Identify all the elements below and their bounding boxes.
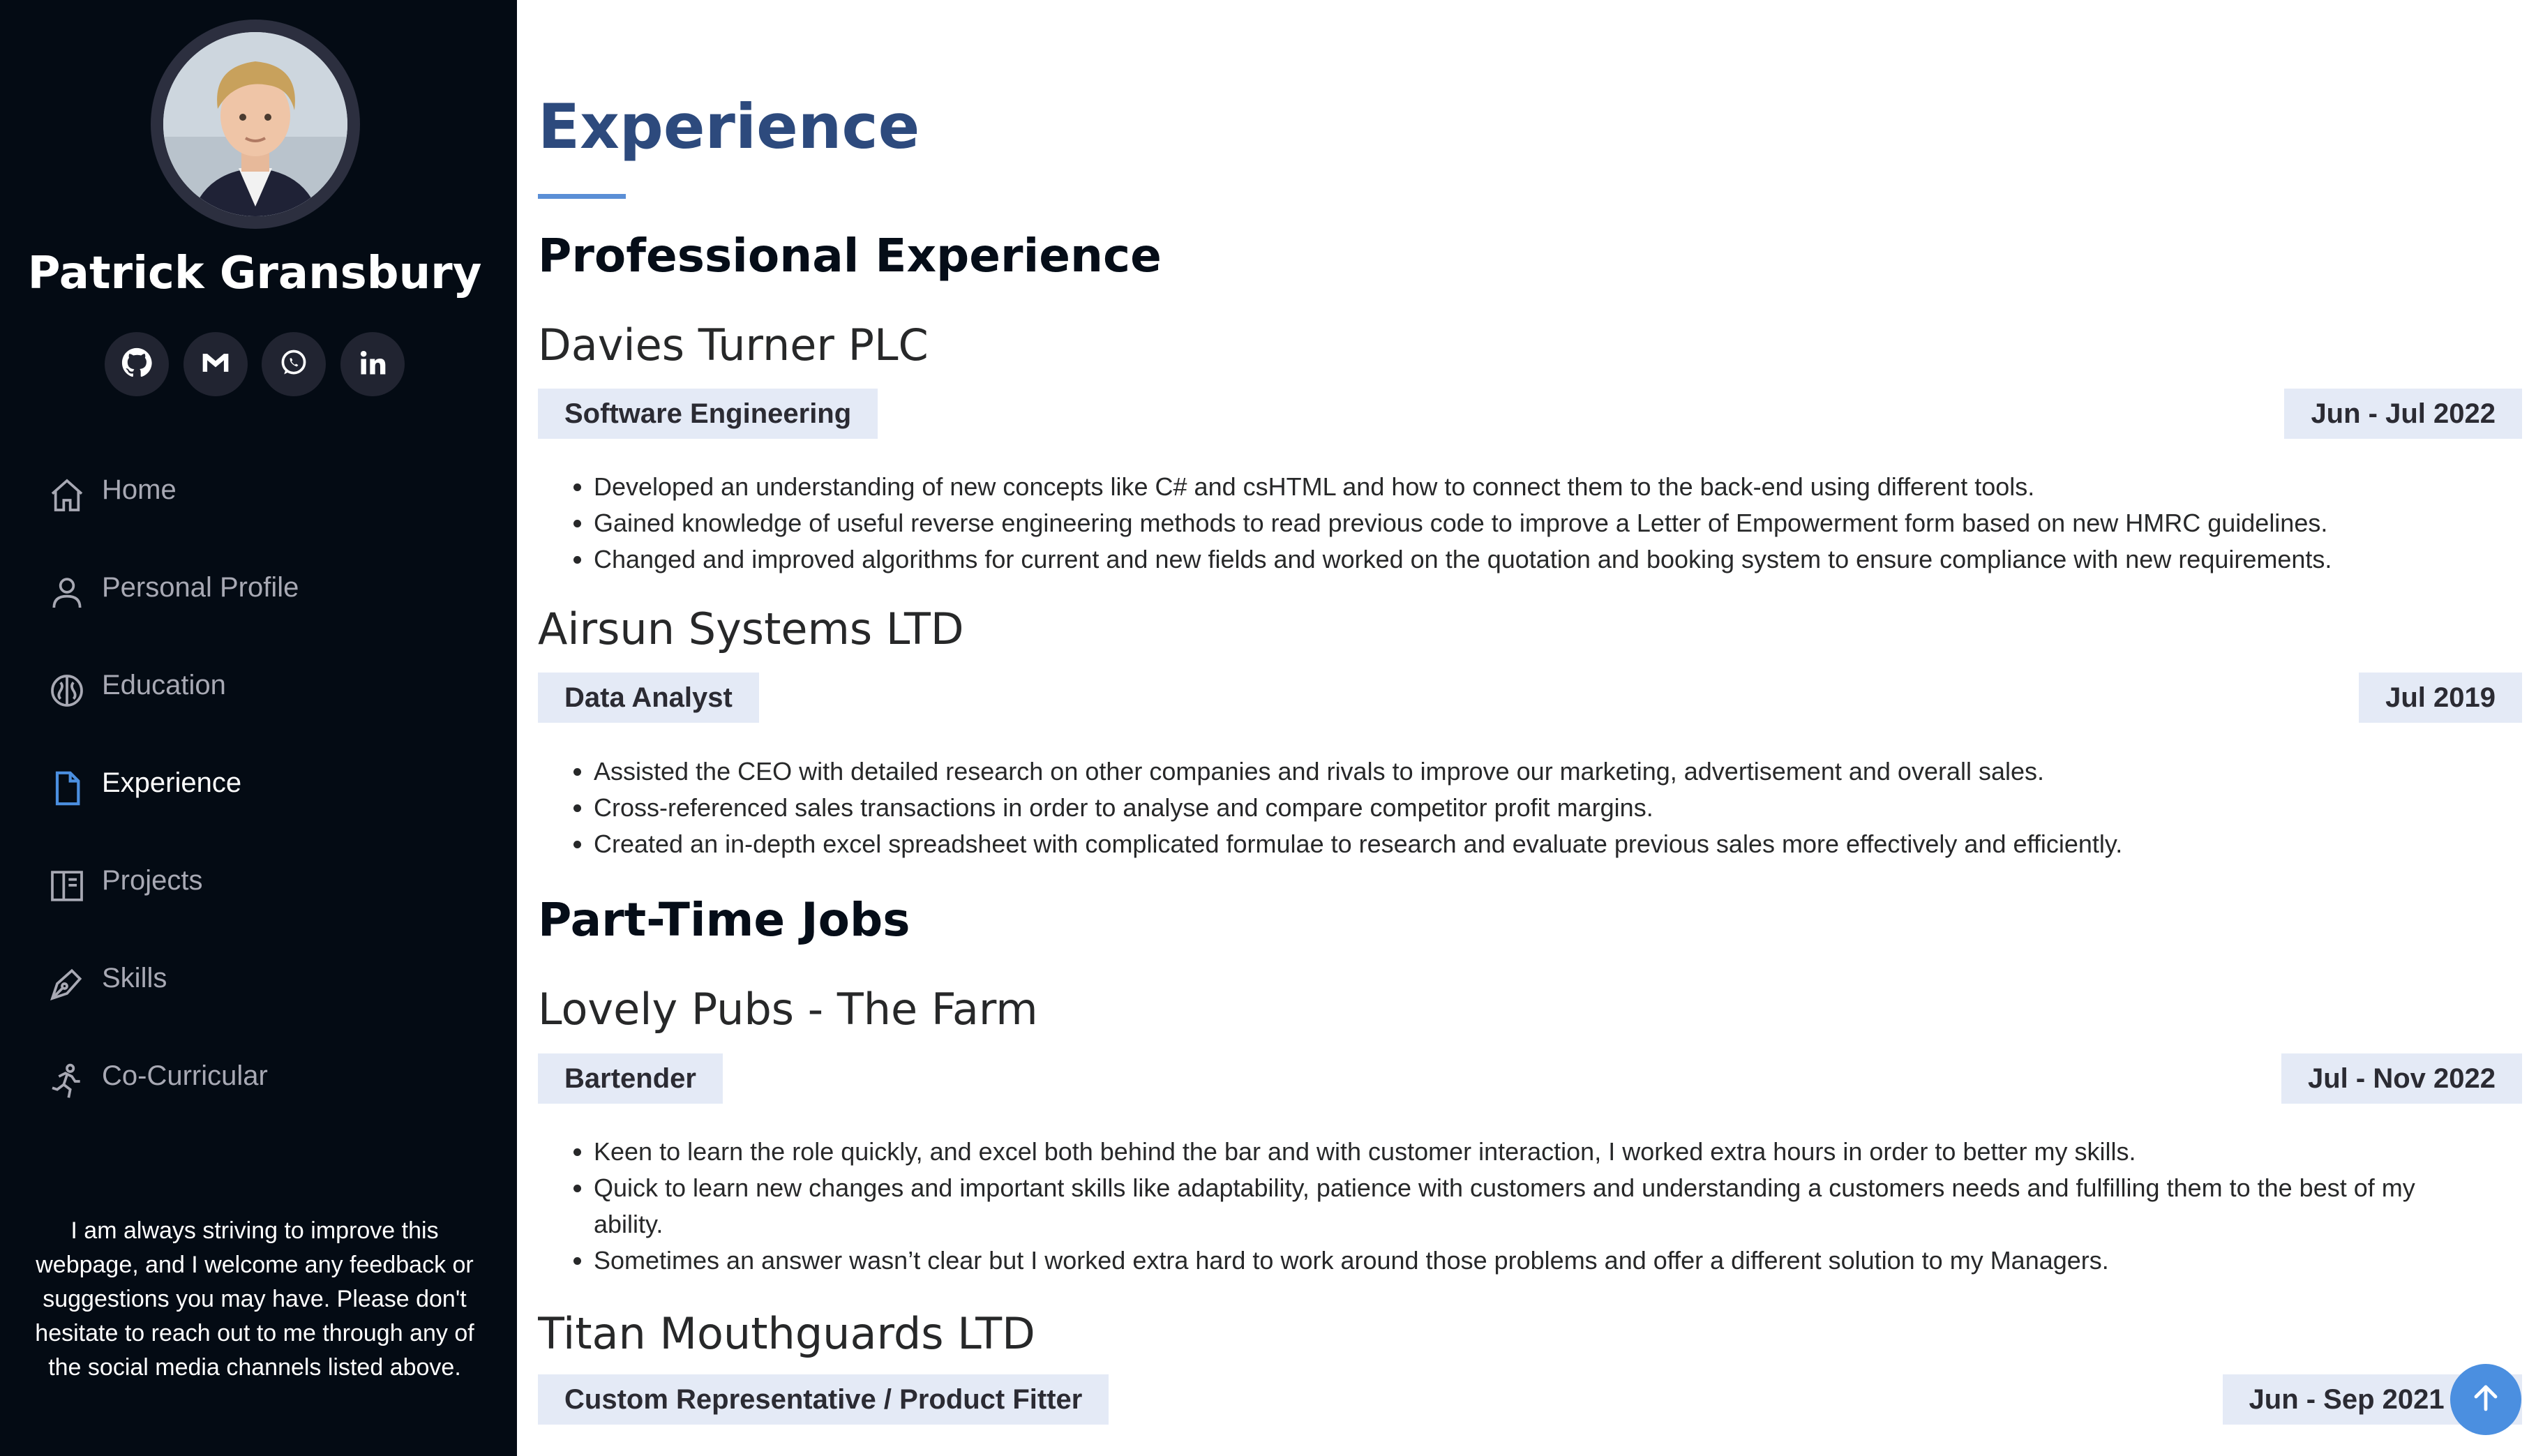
sidebar-item-label: Education — [102, 670, 226, 700]
running-icon — [47, 1062, 87, 1101]
job-bullet-list: Keen to learn the role quickly, and exce… — [538, 1134, 2491, 1279]
job-date-badge: Jul 2019 — [2359, 673, 2522, 723]
sidebar-item-label: Projects — [102, 865, 203, 896]
github-link[interactable] — [105, 332, 169, 396]
list-item: Created an in-depth excel spreadsheet wi… — [594, 826, 2491, 862]
job-role-badge: Custom Representative / Product Fitter — [538, 1374, 1109, 1425]
linkedin-link[interactable] — [340, 332, 405, 396]
arrow-up-icon — [2469, 1381, 2503, 1418]
list-item: Assisted the CEO with detailed research … — [594, 753, 2491, 790]
job-date-badge: Jul - Nov 2022 — [2281, 1053, 2522, 1104]
job-role-badge: Data Analyst — [538, 673, 759, 723]
back-to-top-button[interactable] — [2450, 1364, 2521, 1435]
avatar — [151, 20, 360, 229]
social-links — [105, 332, 405, 396]
job-role-badge: Software Engineering — [538, 389, 878, 439]
list-item: Keen to learn the role quickly, and exce… — [594, 1134, 2491, 1170]
book-icon — [47, 866, 87, 906]
sidebar-feedback-note: I am always striving to improve this web… — [35, 1217, 474, 1381]
job-company: Lovely Pubs - The Farm — [538, 984, 1038, 1035]
sidebar-item-label: Co-Curricular — [102, 1060, 268, 1091]
sidebar-item-label: Personal Profile — [102, 572, 299, 603]
title-underline — [538, 194, 626, 199]
gmail-icon — [200, 347, 231, 382]
sidebar-item-label: Skills — [102, 963, 167, 993]
file-icon — [47, 769, 87, 808]
whatsapp-link[interactable] — [262, 332, 327, 396]
job-company: Davies Turner PLC — [538, 320, 929, 370]
profile-photo — [163, 32, 347, 216]
github-icon — [121, 347, 152, 382]
section-heading-part-time: Part-Time Jobs — [538, 893, 910, 947]
job-bullet-list: Developed an understanding of new concep… — [538, 469, 2491, 578]
pen-icon — [47, 964, 87, 1003]
main-content: Experience Professional Experience Davie… — [538, 0, 2522, 1456]
list-item: Changed and improved algorithms for curr… — [594, 541, 2491, 578]
list-item: Gained knowledge of useful reverse engin… — [594, 505, 2491, 541]
profile-name: Patrick Gransbury — [27, 248, 482, 299]
job-date-badge: Jun - Jul 2022 — [2284, 389, 2522, 439]
list-item: Sometimes an answer wasn’t clear but I w… — [594, 1243, 2491, 1279]
section-heading-professional: Professional Experience — [538, 229, 1162, 283]
list-item: Cross-referenced sales transactions in o… — [594, 790, 2491, 826]
sidebar-item-label: Home — [102, 474, 177, 505]
whatsapp-icon — [278, 347, 309, 382]
sidebar-item-skills[interactable]: Skills — [0, 935, 517, 1033]
sidebar-nav: Home Personal Profile Education Experien… — [0, 446, 517, 1130]
brain-icon — [47, 671, 87, 710]
linkedin-icon — [357, 347, 388, 382]
list-item: Quick to learn new changes and important… — [594, 1170, 2491, 1243]
person-icon — [47, 573, 87, 613]
sidebar-item-personal-profile[interactable]: Personal Profile — [0, 544, 517, 642]
job-company: Airsun Systems LTD — [538, 603, 964, 654]
sidebar-item-experience[interactable]: Experience — [0, 740, 517, 837]
job-company: Titan Mouthguards LTD — [538, 1308, 1035, 1359]
sidebar-item-projects[interactable]: Projects — [0, 837, 517, 935]
sidebar-item-home[interactable]: Home — [0, 446, 517, 544]
page-title: Experience — [538, 91, 920, 163]
gmail-link[interactable] — [183, 332, 248, 396]
list-item: Developed an understanding of new concep… — [594, 469, 2491, 505]
sidebar-item-co-curricular[interactable]: Co-Curricular — [0, 1033, 517, 1130]
sidebar: Patrick Gransbury Home Personal Profile … — [0, 0, 517, 1456]
job-role-badge: Bartender — [538, 1053, 723, 1104]
job-bullet-list: Assisted the CEO with detailed research … — [538, 753, 2491, 862]
home-icon — [47, 476, 87, 515]
sidebar-item-education[interactable]: Education — [0, 642, 517, 740]
sidebar-item-label: Experience — [102, 767, 242, 798]
